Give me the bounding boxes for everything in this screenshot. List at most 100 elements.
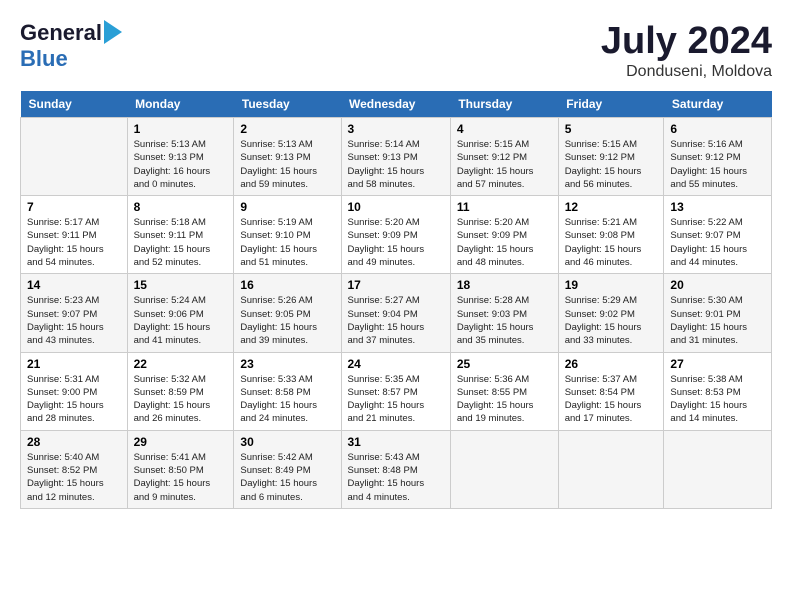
day-number: 30 [240,435,334,449]
calendar-cell: 27 Sunrise: 5:38 AM Sunset: 8:53 PM Dayli… [664,352,772,430]
day-info: Sunrise: 5:41 AM Sunset: 8:50 PM Dayligh… [134,451,228,504]
day-info: Sunrise: 5:43 AM Sunset: 8:48 PM Dayligh… [348,451,444,504]
calendar-cell: 18 Sunrise: 5:28 AM Sunset: 9:03 PM Dayli… [450,274,558,352]
calendar-cell: 6Sunrise: 5:16 AM Sunset: 9:12 PM Daylig… [664,118,772,196]
day-info: Sunrise: 5:32 AM Sunset: 8:59 PM Dayligh… [134,373,228,426]
day-number: 2 [240,122,334,136]
title-block: July 2024 Donduseni, Moldova [601,20,772,81]
day-info: Sunrise: 5:31 AM Sunset: 9:00 PM Dayligh… [27,373,121,426]
day-number: 9 [240,200,334,214]
calendar-cell: 24 Sunrise: 5:35 AM Sunset: 8:57 PM Dayli… [341,352,450,430]
day-info: Sunrise: 5:17 AM Sunset: 9:11 PM Dayligh… [27,216,121,269]
day-number: 19 [565,278,658,292]
day-number: 17 [348,278,444,292]
location-subtitle: Donduseni, Moldova [601,63,772,81]
day-info: Sunrise: 5:21 AM Sunset: 9:08 PM Dayligh… [565,216,658,269]
calendar-cell: 12 Sunrise: 5:21 AM Sunset: 9:08 PM Dayli… [558,196,664,274]
calendar-cell: 4Sunrise: 5:15 AM Sunset: 9:12 PM Daylig… [450,118,558,196]
day-info: Sunrise: 5:13 AM Sunset: 9:13 PM Dayligh… [134,138,228,191]
calendar-body: 1 Sunrise: 5:13 AM Sunset: 9:13 PM Daylig… [21,118,772,509]
day-number: 23 [240,357,334,371]
day-info: Sunrise: 5:20 AM Sunset: 9:09 PM Dayligh… [348,216,444,269]
day-number: 20 [670,278,765,292]
day-number: 1 [134,122,228,136]
day-number: 29 [134,435,228,449]
day-number: 12 [565,200,658,214]
calendar-cell [558,430,664,508]
day-number: 14 [27,278,121,292]
day-number: 22 [134,357,228,371]
weekday-header: Wednesday [341,91,450,118]
day-number: 27 [670,357,765,371]
logo-general-text: General [20,20,102,46]
calendar-week-row: 21Sunrise: 5:31 AM Sunset: 9:00 PM Dayli… [21,352,772,430]
calendar-cell: 10 Sunrise: 5:20 AM Sunset: 9:09 PM Dayli… [341,196,450,274]
page-header: General Blue July 2024 Donduseni, Moldov… [20,20,772,81]
calendar-cell: 30 Sunrise: 5:42 AM Sunset: 8:49 PM Dayli… [234,430,341,508]
calendar-cell: 3 Sunrise: 5:14 AM Sunset: 9:13 PM Daylig… [341,118,450,196]
calendar-cell: 23 Sunrise: 5:33 AM Sunset: 8:58 PM Dayli… [234,352,341,430]
day-number: 7 [27,200,121,214]
weekday-header: Friday [558,91,664,118]
weekday-header: Thursday [450,91,558,118]
calendar-header: SundayMondayTuesdayWednesdayThursdayFrid… [21,91,772,118]
calendar-cell: 16 Sunrise: 5:26 AM Sunset: 9:05 PM Dayli… [234,274,341,352]
day-number: 25 [457,357,552,371]
day-info: Sunrise: 5:35 AM Sunset: 8:57 PM Dayligh… [348,373,444,426]
weekday-row: SundayMondayTuesdayWednesdayThursdayFrid… [21,91,772,118]
day-number: 26 [565,357,658,371]
calendar-cell: 28Sunrise: 5:40 AM Sunset: 8:52 PM Dayli… [21,430,128,508]
day-info: Sunrise: 5:28 AM Sunset: 9:03 PM Dayligh… [457,294,552,347]
calendar-table: SundayMondayTuesdayWednesdayThursdayFrid… [20,91,772,509]
day-info: Sunrise: 5:23 AM Sunset: 9:07 PM Dayligh… [27,294,121,347]
day-info: Sunrise: 5:13 AM Sunset: 9:13 PM Dayligh… [240,138,334,191]
calendar-cell: 19 Sunrise: 5:29 AM Sunset: 9:02 PM Dayli… [558,274,664,352]
logo: General Blue [20,20,122,72]
day-info: Sunrise: 5:42 AM Sunset: 8:49 PM Dayligh… [240,451,334,504]
day-number: 5 [565,122,658,136]
calendar-week-row: 14 Sunrise: 5:23 AM Sunset: 9:07 PM Dayli… [21,274,772,352]
weekday-header: Monday [127,91,234,118]
day-info: Sunrise: 5:14 AM Sunset: 9:13 PM Dayligh… [348,138,444,191]
weekday-header: Sunday [21,91,128,118]
calendar-cell: 2 Sunrise: 5:13 AM Sunset: 9:13 PM Daylig… [234,118,341,196]
day-number: 13 [670,200,765,214]
day-info: Sunrise: 5:37 AM Sunset: 8:54 PM Dayligh… [565,373,658,426]
day-number: 15 [134,278,228,292]
day-number: 31 [348,435,444,449]
day-number: 16 [240,278,334,292]
calendar-cell: 31 Sunrise: 5:43 AM Sunset: 8:48 PM Dayli… [341,430,450,508]
day-number: 18 [457,278,552,292]
month-title: July 2024 [601,20,772,63]
day-info: Sunrise: 5:33 AM Sunset: 8:58 PM Dayligh… [240,373,334,426]
calendar-cell: 22 Sunrise: 5:32 AM Sunset: 8:59 PM Dayli… [127,352,234,430]
calendar-cell: 29 Sunrise: 5:41 AM Sunset: 8:50 PM Dayli… [127,430,234,508]
weekday-header: Saturday [664,91,772,118]
calendar-cell: 17Sunrise: 5:27 AM Sunset: 9:04 PM Dayli… [341,274,450,352]
calendar-cell: 5Sunrise: 5:15 AM Sunset: 9:12 PM Daylig… [558,118,664,196]
day-info: Sunrise: 5:29 AM Sunset: 9:02 PM Dayligh… [565,294,658,347]
day-info: Sunrise: 5:26 AM Sunset: 9:05 PM Dayligh… [240,294,334,347]
day-number: 24 [348,357,444,371]
day-info: Sunrise: 5:36 AM Sunset: 8:55 PM Dayligh… [457,373,552,426]
calendar-cell: 9 Sunrise: 5:19 AM Sunset: 9:10 PM Daylig… [234,196,341,274]
calendar-cell [450,430,558,508]
day-number: 3 [348,122,444,136]
calendar-week-row: 7 Sunrise: 5:17 AM Sunset: 9:11 PM Daylig… [21,196,772,274]
calendar-cell: 21Sunrise: 5:31 AM Sunset: 9:00 PM Dayli… [21,352,128,430]
calendar-week-row: 1 Sunrise: 5:13 AM Sunset: 9:13 PM Daylig… [21,118,772,196]
day-info: Sunrise: 5:19 AM Sunset: 9:10 PM Dayligh… [240,216,334,269]
calendar-cell [664,430,772,508]
calendar-cell: 11 Sunrise: 5:20 AM Sunset: 9:09 PM Dayli… [450,196,558,274]
day-info: Sunrise: 5:20 AM Sunset: 9:09 PM Dayligh… [457,216,552,269]
day-number: 8 [134,200,228,214]
day-number: 10 [348,200,444,214]
calendar-cell: 14 Sunrise: 5:23 AM Sunset: 9:07 PM Dayli… [21,274,128,352]
day-info: Sunrise: 5:22 AM Sunset: 9:07 PM Dayligh… [670,216,765,269]
logo-arrow-icon [104,20,122,44]
day-number: 11 [457,200,552,214]
calendar-cell: 1 Sunrise: 5:13 AM Sunset: 9:13 PM Daylig… [127,118,234,196]
calendar-cell: 20Sunrise: 5:30 AM Sunset: 9:01 PM Dayli… [664,274,772,352]
day-info: Sunrise: 5:38 AM Sunset: 8:53 PM Dayligh… [670,373,765,426]
day-info: Sunrise: 5:24 AM Sunset: 9:06 PM Dayligh… [134,294,228,347]
